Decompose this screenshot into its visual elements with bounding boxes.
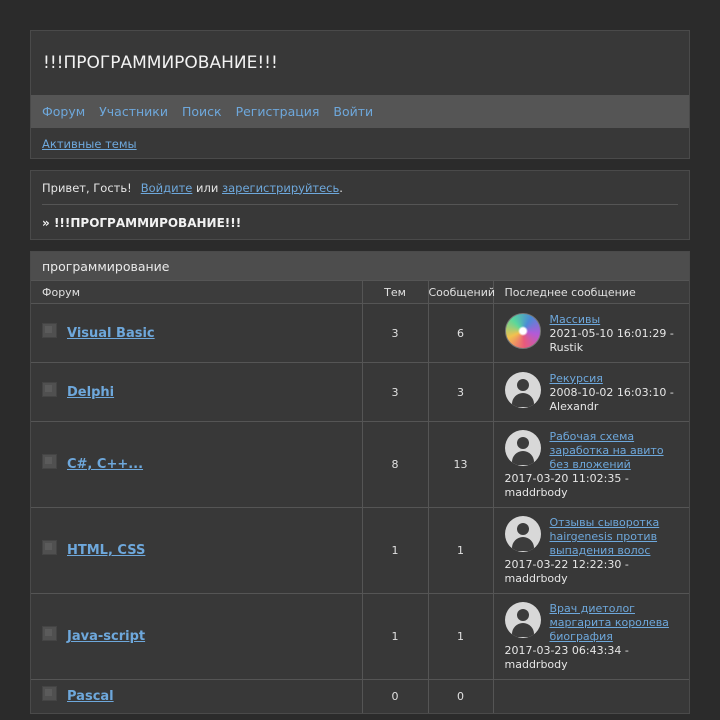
table-header-row: Форум Тем Сообщений Последнее сообщение [31,280,689,304]
nav-login-link[interactable]: Войти [333,104,373,119]
breadcrumb: » !!!ПРОГРАММИРОВАНИЕ!!! [42,205,678,240]
category-title: программирование [31,252,689,280]
last-post-cell: Рекурсия 2008-10-02 16:03:10 - Alexandr [493,362,689,422]
last-post-cell [493,679,689,713]
table-row: HTML, CSS 1 1 Отзывы сыворотка hairgenes… [31,507,689,594]
forum-link[interactable]: Delphi [67,385,114,400]
last-post-date: 2017-03-23 06:43:34 - [504,644,629,657]
login-link[interactable]: Войдите [141,181,193,195]
last-post-cell: Врач диетолог маргарита королева биограф… [493,593,689,680]
welcome-box: Привет, Гость! Войдите или зарегистрируй… [30,170,690,240]
col-header-last-post: Последнее сообщение [493,280,689,304]
nav-users-link[interactable]: Участники [99,104,168,119]
table-row: Java-script 1 1 Врач диетолог маргарита … [31,593,689,680]
table-row: Visual Basic 3 6 Массивы 2021-05-10 16:0… [31,303,689,363]
forum-status-icon [42,685,57,701]
forum-name-cell: HTML, CSS [31,540,362,558]
breadcrumb-arrow: » [42,215,50,230]
nav-search-link[interactable]: Поиск [182,104,222,119]
col-header-forum: Форум [31,280,363,304]
forum-status-icon [42,322,57,338]
last-post-user: maddrbody [504,572,568,585]
table-row: Pascal 0 0 [31,679,689,713]
forum-name-cell: Pascal [31,685,362,704]
forum-status-icon [42,454,57,469]
topics-count: 8 [362,421,429,508]
breadcrumb-current: !!!ПРОГРАММИРОВАНИЕ!!! [53,215,242,230]
forum-status-icon [42,381,57,397]
topics-count: 0 [362,679,429,713]
default-avatar-icon[interactable] [504,371,541,408]
forum-status-icon [42,626,57,641]
last-post-user: maddrbody [504,486,568,499]
topics-count: 3 [362,303,429,363]
forum-status-icon [42,540,57,555]
forum-name-cell: Visual Basic [31,322,362,341]
nav-register-link[interactable]: Регистрация [236,104,320,119]
posts-count: 0 [428,679,494,713]
main-nav: Форум Участники Поиск Регистрация Войти [31,95,689,128]
default-avatar-icon[interactable] [504,602,541,638]
nav-forum-link[interactable]: Форум [42,104,85,119]
register-link[interactable]: зарегистрируйтесь [222,181,339,195]
forum-link[interactable]: Java-script [67,629,145,644]
active-topics-link[interactable]: Активные темы [42,137,137,151]
last-post-cell: Массивы 2021-05-10 16:01:29 - Rustik [493,303,689,363]
forum-link[interactable]: Visual Basic [67,326,155,341]
period-text: . [339,180,343,195]
forum-rows: Visual Basic 3 6 Массивы 2021-05-10 16:0… [31,303,689,713]
col-header-posts: Сообщений [428,280,495,304]
topics-count: 3 [362,362,429,422]
forum-name-cell: Java-script [31,626,362,644]
forum-name-cell: Delphi [31,381,362,400]
forum-table: Форум Тем Сообщений Последнее сообщение … [31,280,689,713]
default-avatar-icon[interactable] [504,516,541,552]
last-post-cell: Отзывы сыворотка hairgenesis против выпа… [493,507,689,594]
topics-count: 1 [362,507,429,594]
board-title: !!!ПРОГРАММИРОВАНИЕ!!! [43,53,278,73]
page-wrapper: !!!ПРОГРАММИРОВАНИЕ!!! Форум Участники П… [30,30,690,714]
last-post-cell: Рабочая схема заработка на авито без вло… [493,421,689,508]
table-row: C#, C++... 8 13 Рабочая схема заработка … [31,421,689,508]
topics-count: 1 [362,593,429,680]
greeting-line: Привет, Гость! Войдите или зарегистрируй… [42,171,678,205]
posts-count: 1 [428,507,494,594]
default-avatar-icon[interactable] [504,430,541,466]
last-post-date: 2017-03-22 12:22:30 - [504,558,629,571]
col-header-topics: Тем [362,280,429,304]
posts-count: 1 [428,593,494,680]
last-post-date: 2017-03-20 11:02:35 - [504,472,629,485]
greeting-text: Привет, Гость! [42,180,132,195]
last-post-user: maddrbody [504,658,568,671]
posts-count: 13 [428,421,494,508]
forum-link[interactable]: C#, C++... [67,457,143,472]
forum-link[interactable]: Pascal [67,689,114,704]
or-text: или [196,180,219,195]
table-row: Delphi 3 3 Рекурсия 2008-10-02 16:03:10 … [31,362,689,422]
site-header: !!!ПРОГРАММИРОВАНИЕ!!! Форум Участники П… [30,30,690,159]
sub-nav: Активные темы [31,128,689,159]
forum-name-cell: C#, C++... [31,454,362,472]
posts-count: 3 [428,362,494,422]
forum-category: программирование Форум Тем Сообщений Пос… [30,251,690,714]
user-avatar-swirl[interactable] [504,312,541,349]
posts-count: 6 [428,303,494,363]
forum-link[interactable]: HTML, CSS [67,543,145,558]
